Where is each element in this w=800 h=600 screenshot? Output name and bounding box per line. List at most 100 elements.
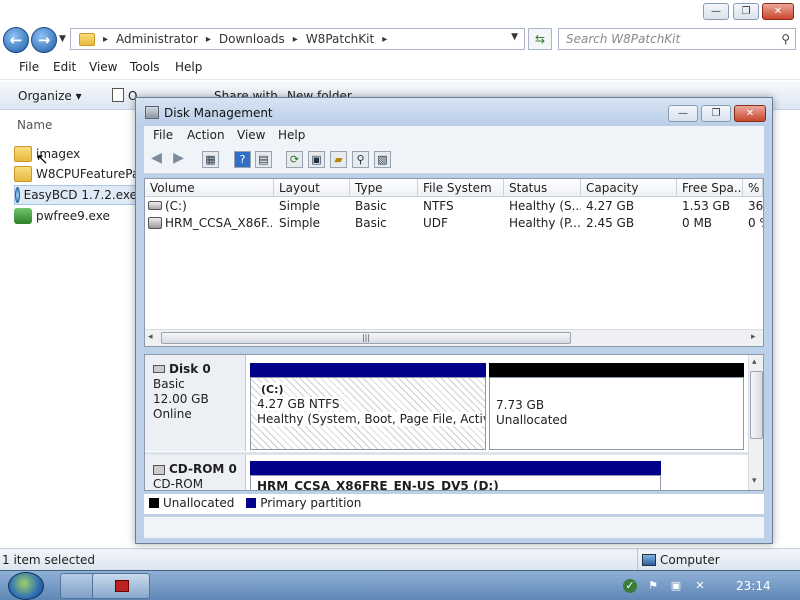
chevron-right-icon[interactable]: ▸ <box>293 34 298 45</box>
dm-menu-help[interactable]: Help <box>278 128 305 142</box>
menu-help[interactable]: Help <box>175 60 202 74</box>
open-icon[interactable] <box>112 88 124 102</box>
forward-arrow-icon[interactable]: ▶ <box>170 151 187 168</box>
file-item-pwfree9[interactable]: pwfree9.exe <box>14 206 110 226</box>
recent-pages-dropdown[interactable]: ▼ <box>59 34 66 44</box>
scroll-up-icon[interactable]: ▴ <box>752 357 757 367</box>
address-bar[interactable]: ▸ Administrator ▸ Downloads ▸ W8PatchKit… <box>70 28 525 50</box>
table-row[interactable]: HRM_CCSA_X86F... Simple Basic UDF Health… <box>145 215 763 232</box>
disk-management-app-icon <box>145 106 159 119</box>
help-icon[interactable]: ? <box>234 151 251 168</box>
file-item-w8cpufeaturepat[interactable]: W8CPUFeaturePat <box>14 164 144 184</box>
search-input[interactable]: Search W8PatchKit ⚲ <box>558 28 796 50</box>
partition-c[interactable]: (C:) 4.27 GB NTFS Healthy (System, Boot,… <box>250 377 486 450</box>
refresh-icon[interactable]: ⟳ <box>286 151 303 168</box>
partition-cdrom[interactable]: HRM_CCSA_X86FRE_EN-US_DV5 (D:) <box>250 475 661 491</box>
search-disk-icon[interactable]: ⚲ <box>352 151 369 168</box>
dm-minimize-button[interactable]: — <box>668 105 698 122</box>
col-layout[interactable]: Layout <box>274 179 350 197</box>
cell-volume: HRM_CCSA_X86F... <box>165 216 272 230</box>
chevron-right-icon[interactable]: ▸ <box>103 34 108 45</box>
back-arrow-icon[interactable]: ◀ <box>148 151 165 168</box>
unallocated-label: Unallocated <box>496 413 568 427</box>
dm-maximize-button[interactable]: ❐ <box>701 105 731 122</box>
volume-muted-icon[interactable]: ✕ <box>693 579 707 593</box>
back-button[interactable]: ← <box>3 27 29 53</box>
file-name: EasyBCD 1.7.2.exe <box>23 188 137 202</box>
search-icon: ⚲ <box>781 32 790 46</box>
col-status[interactable]: Status <box>504 179 581 197</box>
legend-primary-swatch <box>246 498 257 508</box>
open-folder-icon[interactable]: ▰ <box>330 151 347 168</box>
col-capacity[interactable]: Capacity <box>581 179 677 197</box>
horizontal-scrollbar[interactable]: ◂ ||| ▸ <box>145 329 763 346</box>
scroll-left-icon[interactable]: ◂ <box>148 332 153 342</box>
breadcrumb-downloads[interactable]: Downloads <box>219 32 285 46</box>
scrollbar-thumb[interactable] <box>750 371 763 439</box>
disk-management-window: Disk Management — ❐ ✕ File Action View H… <box>135 97 773 544</box>
table-row[interactable]: (C:) Simple Basic NTFS Healthy (S... 4.2… <box>145 198 763 215</box>
network-icon[interactable]: ▣ <box>669 579 683 593</box>
computer-management-icon <box>115 580 129 592</box>
close-button[interactable]: ✕ <box>762 3 794 20</box>
cell-layout: Simple <box>279 199 320 213</box>
col-type[interactable]: Type <box>350 179 418 197</box>
menu-file[interactable]: File <box>19 60 39 74</box>
vertical-scrollbar[interactable]: ▴ ▾ <box>748 355 763 490</box>
rescan-disks-icon[interactable]: ▣ <box>308 151 325 168</box>
address-dropdown-icon[interactable]: ▼ <box>511 32 518 42</box>
menu-edit[interactable]: Edit <box>53 60 76 74</box>
start-button[interactable] <box>8 572 44 600</box>
folder-icon <box>14 146 32 162</box>
action-pane-icon[interactable]: ▤ <box>255 151 272 168</box>
disk-management-titlebar[interactable]: Disk Management — ❐ ✕ <box>136 98 772 126</box>
col-volume[interactable]: Volume <box>145 179 274 197</box>
forward-button[interactable]: → <box>31 27 57 53</box>
unallocated-space[interactable]: 7.73 GB Unallocated <box>489 377 744 450</box>
location-status: Computer <box>660 553 720 567</box>
col-percent-free[interactable]: % F <box>743 179 763 197</box>
maximize-button[interactable]: ❐ <box>733 3 759 20</box>
scrollbar-thumb[interactable]: ||| <box>161 332 571 344</box>
chevron-right-icon[interactable]: ▸ <box>382 34 387 45</box>
cell-status: Healthy (S... <box>509 199 581 213</box>
disk0-label[interactable]: Disk 0 Basic 12.00 GB Online <box>145 355 246 451</box>
cell-percent-free: 0 % <box>748 216 763 230</box>
dm-menubar: File Action View Help <box>144 126 764 146</box>
col-file-system[interactable]: File System <box>418 179 504 197</box>
col-free-space[interactable]: Free Spa... <box>677 179 743 197</box>
scroll-down-icon[interactable]: ▾ <box>752 476 757 486</box>
menu-tools[interactable]: Tools <box>130 60 160 74</box>
cell-type: Basic <box>355 216 387 230</box>
cdrom0-label[interactable]: CD-ROM 0 CD-ROM <box>145 455 246 490</box>
refresh-button[interactable]: ⇆ <box>528 28 552 50</box>
minimize-button[interactable]: — <box>703 3 729 20</box>
taskbar-disk-management-button[interactable] <box>92 573 150 599</box>
menu-view[interactable]: View <box>89 60 117 74</box>
clock[interactable]: 23:14 <box>736 579 771 593</box>
dm-menu-action[interactable]: Action <box>187 128 225 142</box>
console-tree-icon[interactable]: ▦ <box>202 151 219 168</box>
file-item-easybcd[interactable]: EasyBCD 1.7.2.exe <box>14 185 138 205</box>
action-center-flag-icon[interactable]: ⚑ <box>646 579 660 593</box>
cell-percent-free: 36 <box>748 199 763 213</box>
legend-unallocated-swatch <box>149 498 159 508</box>
properties-icon[interactable]: ▧ <box>374 151 391 168</box>
chevron-right-icon[interactable]: ▸ <box>206 34 211 45</box>
breadcrumb-administrator[interactable]: Administrator <box>116 32 198 46</box>
dm-close-button[interactable]: ✕ <box>734 105 766 122</box>
dm-menu-view[interactable]: View <box>237 128 265 142</box>
cell-file-system: UDF <box>423 216 448 230</box>
scroll-right-icon[interactable]: ▸ <box>751 332 756 342</box>
legend-primary-label: Primary partition <box>260 496 362 510</box>
cdrom0-name: CD-ROM 0 <box>169 462 237 476</box>
breadcrumb-w8patchkit[interactable]: W8PatchKit <box>306 32 374 46</box>
dm-menu-file[interactable]: File <box>153 128 173 142</box>
window-title: Disk Management <box>164 106 273 120</box>
organize-button[interactable]: Organize ▾ <box>18 89 82 103</box>
security-shield-icon[interactable]: ✓ <box>623 579 637 593</box>
column-header-name[interactable]: Name <box>0 110 140 140</box>
disk-icon <box>153 365 165 373</box>
partition-cdrom-label: HRM_CCSA_X86FRE_EN-US_DV5 (D:) <box>257 479 499 491</box>
cell-capacity: 2.45 GB <box>586 216 635 230</box>
